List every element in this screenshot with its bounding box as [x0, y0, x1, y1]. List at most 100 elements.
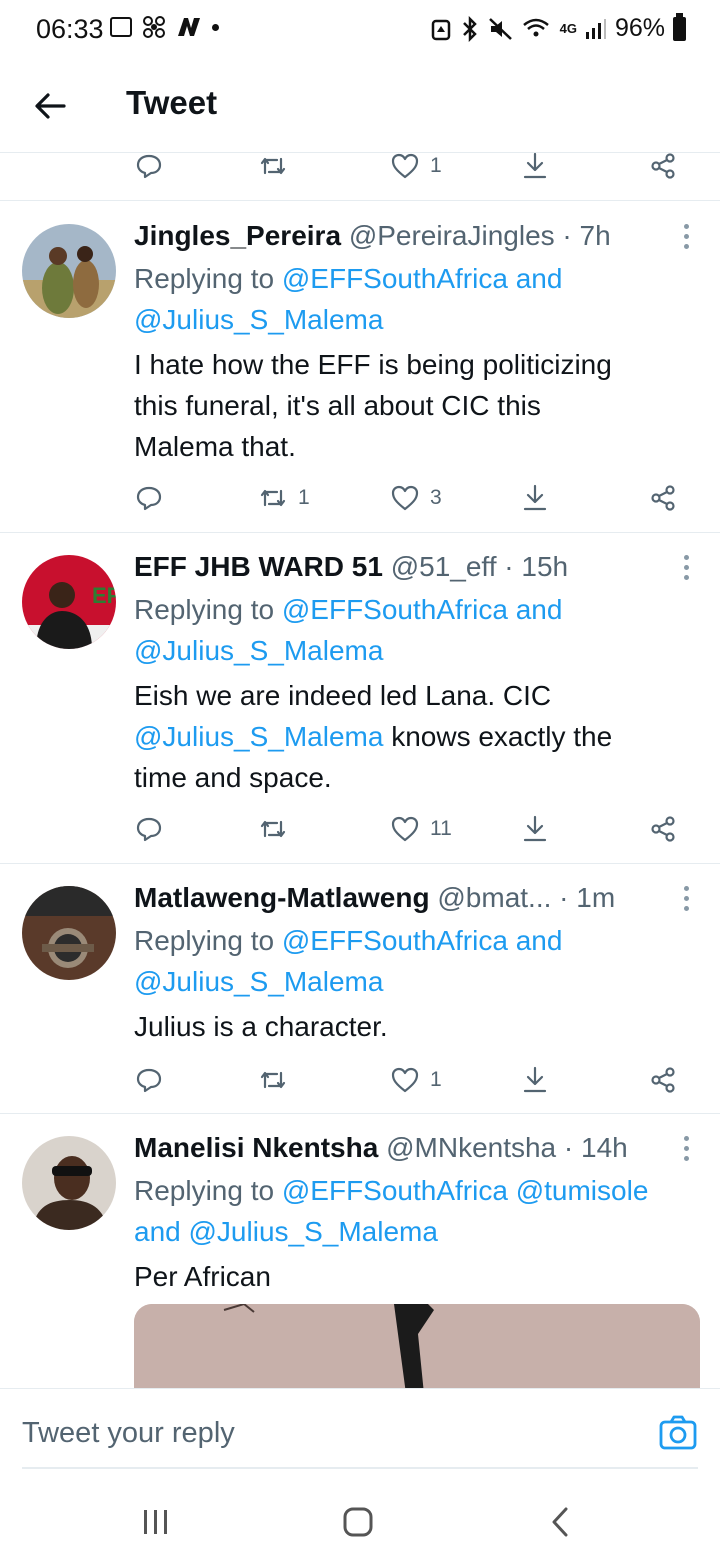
battery-percent: 96% [614, 14, 665, 42]
user-handle[interactable]: @PereiraJingles [349, 220, 555, 251]
reply-icon [136, 817, 162, 842]
recent-apps-icon[interactable] [136, 1502, 176, 1542]
like-button[interactable]: 3 [390, 478, 442, 518]
share-button[interactable] [648, 478, 678, 518]
user-handle[interactable]: @MNkentsha [386, 1132, 556, 1163]
retweet-button[interactable]: 1 [258, 478, 310, 518]
like-count: 1 [430, 1068, 442, 1091]
reply-button[interactable] [134, 146, 164, 186]
like-button[interactable]: 1 [390, 1060, 442, 1100]
battery-icon [673, 12, 686, 41]
wifi-icon [522, 18, 549, 36]
retweet-button[interactable] [258, 1060, 288, 1100]
mute-icon [488, 17, 512, 40]
replying-to: Replying to @EFFSouthAfrica and @Julius_… [134, 258, 690, 340]
separator: · [556, 1132, 582, 1163]
mention-link[interactable]: @EFFSouthAfrica and [282, 594, 563, 625]
battery-saver-icon [431, 19, 450, 40]
more-options-icon[interactable] [684, 1136, 690, 1162]
mention-link[interactable]: @Julius_S_Malema [134, 635, 383, 666]
download-icon [523, 152, 547, 179]
gallery-icon [110, 17, 132, 37]
timestamp: 7h [579, 220, 611, 251]
tweet-line: I hate how the EFF is being politicizing [134, 349, 612, 380]
user-name[interactable]: Manelisi Nkentsha [134, 1132, 378, 1163]
retweet-button[interactable] [258, 146, 288, 186]
user-name[interactable]: EFF JHB WARD 51 [134, 551, 383, 582]
more-options-icon[interactable] [684, 555, 690, 581]
mention-link[interactable]: @EFFSouthAfrica and [282, 925, 563, 956]
divider [0, 1113, 720, 1114]
timestamp: 1m [576, 882, 616, 913]
camera-icon[interactable] [658, 1413, 698, 1453]
download-icon [523, 484, 547, 511]
mention-link[interactable]: @Julius_S_Malema [134, 966, 383, 997]
replying-prefix: Replying to [134, 263, 282, 294]
tweet-card[interactable]: Jingles_Pereira @PereiraJingles · 7h Rep… [0, 216, 720, 532]
user-name[interactable]: Matlaweng-Matlaweng [134, 882, 430, 913]
user-handle[interactable]: @bmat... [437, 882, 551, 913]
reply-input[interactable]: Tweet your reply [22, 1417, 235, 1450]
user-name[interactable]: Jingles_Pereira [134, 220, 341, 251]
action-row: 1 [134, 1060, 684, 1100]
replying-prefix: Replying to [134, 1175, 282, 1206]
reply-button[interactable] [134, 478, 164, 518]
download-icon [523, 1066, 547, 1093]
bookmark-button[interactable] [520, 146, 550, 186]
reply-button[interactable] [134, 809, 164, 849]
tweet-text: I hate how the EFF is being politicizing… [134, 344, 680, 467]
share-icon [651, 816, 675, 842]
home-icon[interactable] [338, 1502, 378, 1542]
mention-link[interactable]: @Julius_S_Malema [189, 1216, 438, 1247]
retweet-button[interactable] [258, 809, 288, 849]
mention-link[interactable]: @Julius_S_Malema [134, 304, 383, 335]
share-button[interactable] [648, 1060, 678, 1100]
retweet-count: 1 [298, 486, 310, 509]
divider [0, 200, 720, 201]
share-button[interactable] [648, 809, 678, 849]
tweet-card[interactable]: Matlaweng-Matlaweng @bmat... · 1m Replyi… [0, 878, 720, 1114]
network-type: 4G [559, 20, 577, 36]
replying-prefix: Replying to [134, 925, 282, 956]
tweet-text: Per African [134, 1256, 680, 1297]
bookmark-button[interactable] [520, 809, 550, 849]
more-options-icon[interactable] [684, 224, 690, 250]
bookmark-button[interactable] [520, 478, 550, 518]
fan-icon [143, 16, 165, 38]
mention-link[interactable]: @Julius_S_Malema [134, 721, 383, 752]
separator: · [551, 882, 577, 913]
avatar[interactable] [22, 886, 116, 980]
like-button[interactable]: 11 [390, 809, 452, 849]
heart-icon [391, 153, 419, 179]
back-nav-icon[interactable] [540, 1502, 580, 1542]
tweet-image[interactable] [134, 1304, 700, 1394]
avatar[interactable] [22, 1136, 116, 1230]
reply-icon [136, 154, 162, 179]
like-button[interactable]: 1 [390, 146, 442, 186]
mention-link[interactable]: @EFFSouthAfrica @tumisole [282, 1175, 649, 1206]
retweet-icon [260, 820, 286, 838]
download-icon [523, 815, 547, 842]
signal-icon [585, 18, 606, 39]
avatar[interactable]: EF [22, 555, 116, 649]
reply-icon [136, 1068, 162, 1093]
share-button[interactable] [648, 146, 678, 186]
bookmark-button[interactable] [520, 1060, 550, 1100]
like-count: 11 [430, 817, 452, 840]
tweet-line: knows exactly the [383, 721, 613, 752]
tweet-text: Julius is a character. [134, 1006, 680, 1047]
reply-button[interactable] [134, 1060, 164, 1100]
more-options-icon[interactable] [684, 886, 690, 912]
user-handle[interactable]: @51_eff [391, 551, 497, 582]
divider [0, 863, 720, 864]
tweet-card[interactable]: EF EFF JHB WARD 51 @51_eff · 15h Replyin… [0, 547, 720, 863]
tweet-line: this funeral, it's all about CIC this [134, 390, 541, 421]
notification-dot-icon [212, 23, 219, 31]
bluetooth-icon [462, 15, 477, 42]
avatar[interactable] [22, 224, 116, 318]
like-count: 3 [430, 486, 442, 509]
tweet-text: Eish we are indeed led Lana. CIC @Julius… [134, 675, 680, 798]
mention-link[interactable]: @EFFSouthAfrica and [282, 263, 563, 294]
back-arrow-icon[interactable] [30, 86, 70, 126]
status-bar: 06:33 4G 96% [0, 0, 720, 58]
